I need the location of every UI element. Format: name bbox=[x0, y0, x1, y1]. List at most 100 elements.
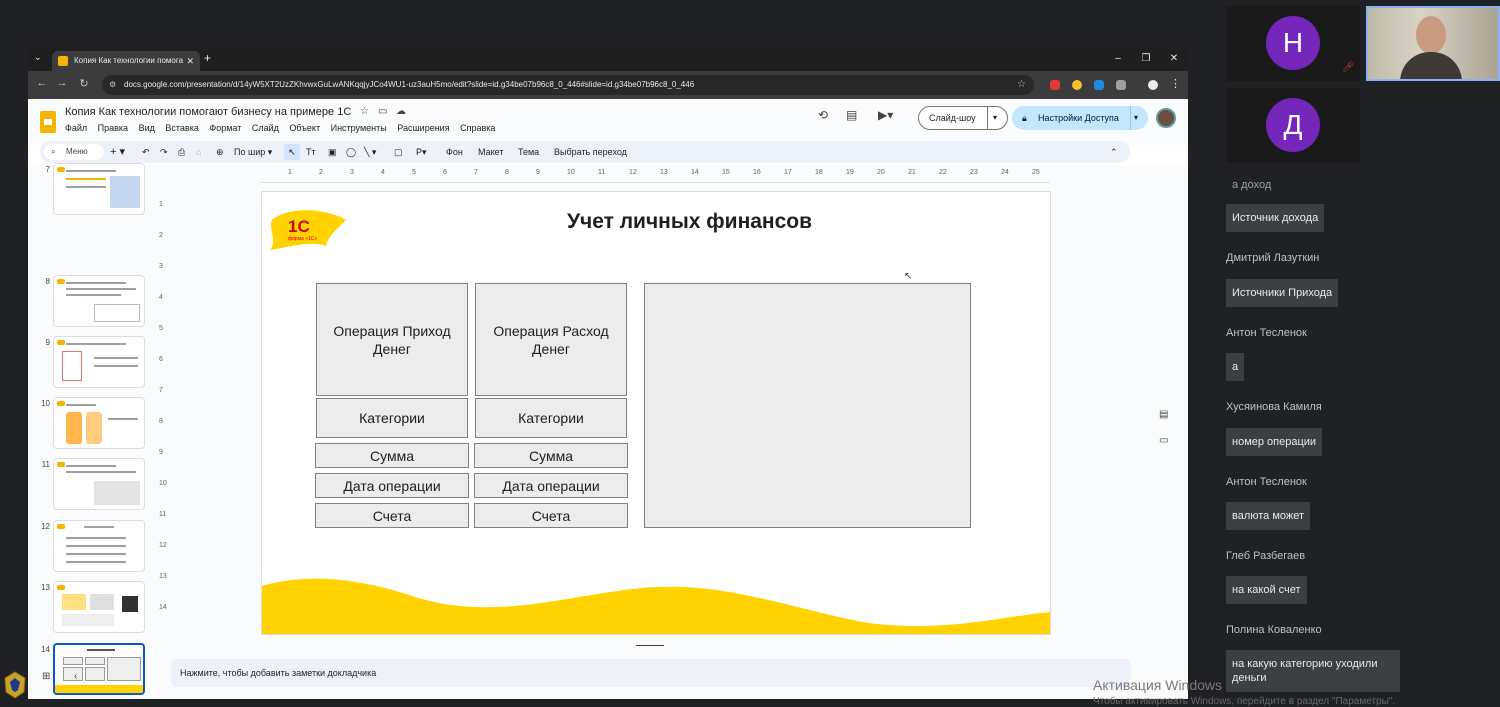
income-accounts-box[interactable]: Счета bbox=[315, 503, 469, 528]
folder-icon[interactable]: ▭ bbox=[1159, 435, 1168, 446]
meet-camera-icon[interactable]: ▶▾ bbox=[878, 108, 893, 122]
theme-button[interactable]: Тема bbox=[518, 141, 539, 163]
menu-object[interactable]: Объект bbox=[289, 123, 320, 133]
redo-icon[interactable]: ↷ bbox=[160, 141, 168, 163]
expense-date-box[interactable]: Дата операции bbox=[474, 473, 628, 498]
slide-thumbnail[interactable] bbox=[53, 520, 145, 572]
minimize-icon[interactable]: – bbox=[1104, 47, 1132, 71]
slide-thumbnail[interactable] bbox=[53, 458, 145, 510]
reload-icon[interactable]: ↻ bbox=[76, 77, 92, 90]
income-category-box[interactable]: Категории bbox=[316, 398, 468, 438]
menu-view[interactable]: Вид bbox=[139, 123, 155, 133]
slide-thumbnail[interactable] bbox=[53, 397, 145, 449]
menu-search-input[interactable]: ⌕ Меню bbox=[44, 144, 104, 160]
shape-icon[interactable]: ◯ bbox=[346, 141, 356, 163]
income-operation-box[interactable]: Операция Приход Денег bbox=[316, 283, 468, 396]
browser-tab[interactable]: Копия Как технологии помога ✕ bbox=[52, 51, 200, 71]
collapse-toolbar-icon[interactable]: ⌃ bbox=[1110, 141, 1118, 163]
extension-icon-1[interactable] bbox=[1050, 80, 1060, 90]
ruler-number: 17 bbox=[784, 169, 792, 176]
slide-thumbnail[interactable] bbox=[53, 336, 145, 388]
slides-logo-icon[interactable] bbox=[40, 111, 56, 133]
avatar[interactable] bbox=[1156, 108, 1176, 128]
undo-icon[interactable]: ↶ bbox=[142, 141, 150, 163]
menu-help[interactable]: Справка bbox=[460, 123, 495, 133]
keep-icon[interactable]: ▤ bbox=[1159, 409, 1168, 420]
slide-thumbnail[interactable] bbox=[53, 275, 145, 327]
line-icon[interactable]: ╲ ▾ bbox=[364, 141, 376, 163]
zoom-icon[interactable]: ⊕ bbox=[216, 141, 224, 163]
cloud-status-icon[interactable]: ☁ bbox=[396, 106, 406, 117]
participant-tile-n[interactable]: Н 🎤︎ bbox=[1226, 6, 1360, 81]
menu-file[interactable]: Файл bbox=[65, 123, 87, 133]
background-button[interactable]: Фон bbox=[446, 141, 463, 163]
url-input[interactable]: ⚙ docs.google.com/presentation/d/14yW5XT… bbox=[102, 75, 1034, 95]
text-box-icon[interactable]: Tт bbox=[306, 141, 316, 163]
expense-sum-box[interactable]: Сумма bbox=[474, 443, 628, 468]
new-slide-icon[interactable]: + ▾ bbox=[110, 141, 125, 163]
ruler-number: 11 bbox=[598, 169, 606, 176]
move-folder-icon[interactable]: ▭ bbox=[378, 106, 387, 117]
slide-number: 8 bbox=[45, 277, 50, 286]
menu-insert[interactable]: Вставка bbox=[165, 123, 198, 133]
menu-extensions[interactable]: Расширения bbox=[397, 123, 449, 133]
border-color-icon[interactable]: P▾ bbox=[416, 141, 427, 163]
slideshow-dropdown-icon[interactable]: ▾ bbox=[993, 107, 997, 129]
slide-thumbnail[interactable] bbox=[53, 163, 145, 215]
profile-icon[interactable] bbox=[1148, 80, 1158, 90]
comments-icon[interactable]: ▤ bbox=[846, 108, 857, 122]
print-icon[interactable]: ⎙ bbox=[178, 141, 185, 163]
income-date-box[interactable]: Дата операции bbox=[315, 473, 469, 498]
menu-edit[interactable]: Правка bbox=[98, 123, 128, 133]
tab-search-icon[interactable]: ⌄ bbox=[34, 52, 42, 63]
speaker-notes[interactable]: Нажмите, чтобы добавить заметки докладчи… bbox=[171, 659, 1131, 687]
slide-canvas[interactable]: 1С фирма «1С» Учет личных финансов Опера… bbox=[261, 191, 1051, 635]
extension-icon-3[interactable] bbox=[1094, 80, 1104, 90]
share-dropdown-icon[interactable]: ▾ bbox=[1134, 106, 1138, 130]
grid-view-icon[interactable]: ⊞ bbox=[42, 671, 50, 682]
zoom-select[interactable]: По шир ▾ bbox=[234, 141, 272, 163]
bookmark-star-icon[interactable]: ☆ bbox=[1017, 75, 1026, 95]
site-info-icon[interactable]: ⚙ bbox=[109, 75, 116, 95]
expense-category-box[interactable]: Категории bbox=[475, 398, 627, 438]
expense-accounts-box[interactable]: Счета bbox=[474, 503, 628, 528]
version-history-icon[interactable]: ⟲ bbox=[818, 108, 828, 122]
expense-operation-box[interactable]: Операция Расход Денег bbox=[475, 283, 627, 396]
paint-format-icon[interactable]: ⌂ bbox=[196, 141, 201, 163]
side-panel-icons: ▤ ▭ bbox=[1153, 409, 1175, 461]
extensions-puzzle-icon[interactable] bbox=[1116, 80, 1126, 90]
comment-icon[interactable]: ▢ bbox=[394, 141, 403, 163]
slide-thumbnail[interactable] bbox=[53, 581, 145, 633]
transition-button[interactable]: Выбрать переход bbox=[554, 141, 627, 163]
empty-content-box[interactable] bbox=[644, 283, 971, 528]
browser-menu-icon[interactable]: ⋮ bbox=[1170, 77, 1181, 90]
slide-title[interactable]: Учет личных финансов bbox=[262, 210, 1050, 234]
menu-format[interactable]: Формат bbox=[209, 123, 241, 133]
maximize-icon[interactable]: ❐ bbox=[1132, 47, 1160, 71]
close-tab-icon[interactable]: ✕ bbox=[186, 51, 194, 71]
scroll-indicator[interactable] bbox=[636, 645, 664, 646]
chat-message: номер операции bbox=[1226, 428, 1323, 456]
windows-activation-hint: Чтобы активировать Windows, перейдите в … bbox=[1093, 696, 1396, 707]
income-sum-box[interactable]: Сумма bbox=[315, 443, 469, 468]
menu-tools[interactable]: Инструменты bbox=[331, 123, 387, 133]
mic-off-icon: 🎤︎ bbox=[1342, 62, 1355, 73]
new-tab-icon[interactable]: + bbox=[204, 51, 211, 65]
slideshow-button[interactable]: Слайд-шоу ▾ bbox=[918, 106, 1008, 130]
participant-video-tile[interactable] bbox=[1366, 6, 1500, 81]
star-icon[interactable]: ☆ bbox=[360, 106, 369, 117]
ruler-number: 19 bbox=[846, 169, 854, 176]
select-tool-icon[interactable]: ↖ bbox=[284, 144, 300, 160]
layout-button[interactable]: Макет bbox=[478, 141, 503, 163]
close-window-icon[interactable]: ✕ bbox=[1160, 47, 1188, 71]
image-icon[interactable]: ▣ bbox=[328, 141, 337, 163]
menu-slide[interactable]: Слайд bbox=[252, 123, 279, 133]
extension-icon-2[interactable] bbox=[1072, 80, 1082, 90]
forward-icon[interactable]: → bbox=[54, 77, 70, 89]
back-icon[interactable]: ← bbox=[34, 77, 50, 89]
share-button[interactable]: 🔒︎ Настройки Доступа ▾ bbox=[1012, 106, 1148, 130]
collapse-filmstrip-icon[interactable]: ‹ bbox=[74, 671, 77, 682]
slide-thumbnail-active[interactable] bbox=[53, 643, 145, 695]
document-title[interactable]: Копия Как технологии помогают бизнесу на… bbox=[65, 106, 351, 118]
participant-tile-d[interactable]: Д bbox=[1226, 88, 1360, 163]
